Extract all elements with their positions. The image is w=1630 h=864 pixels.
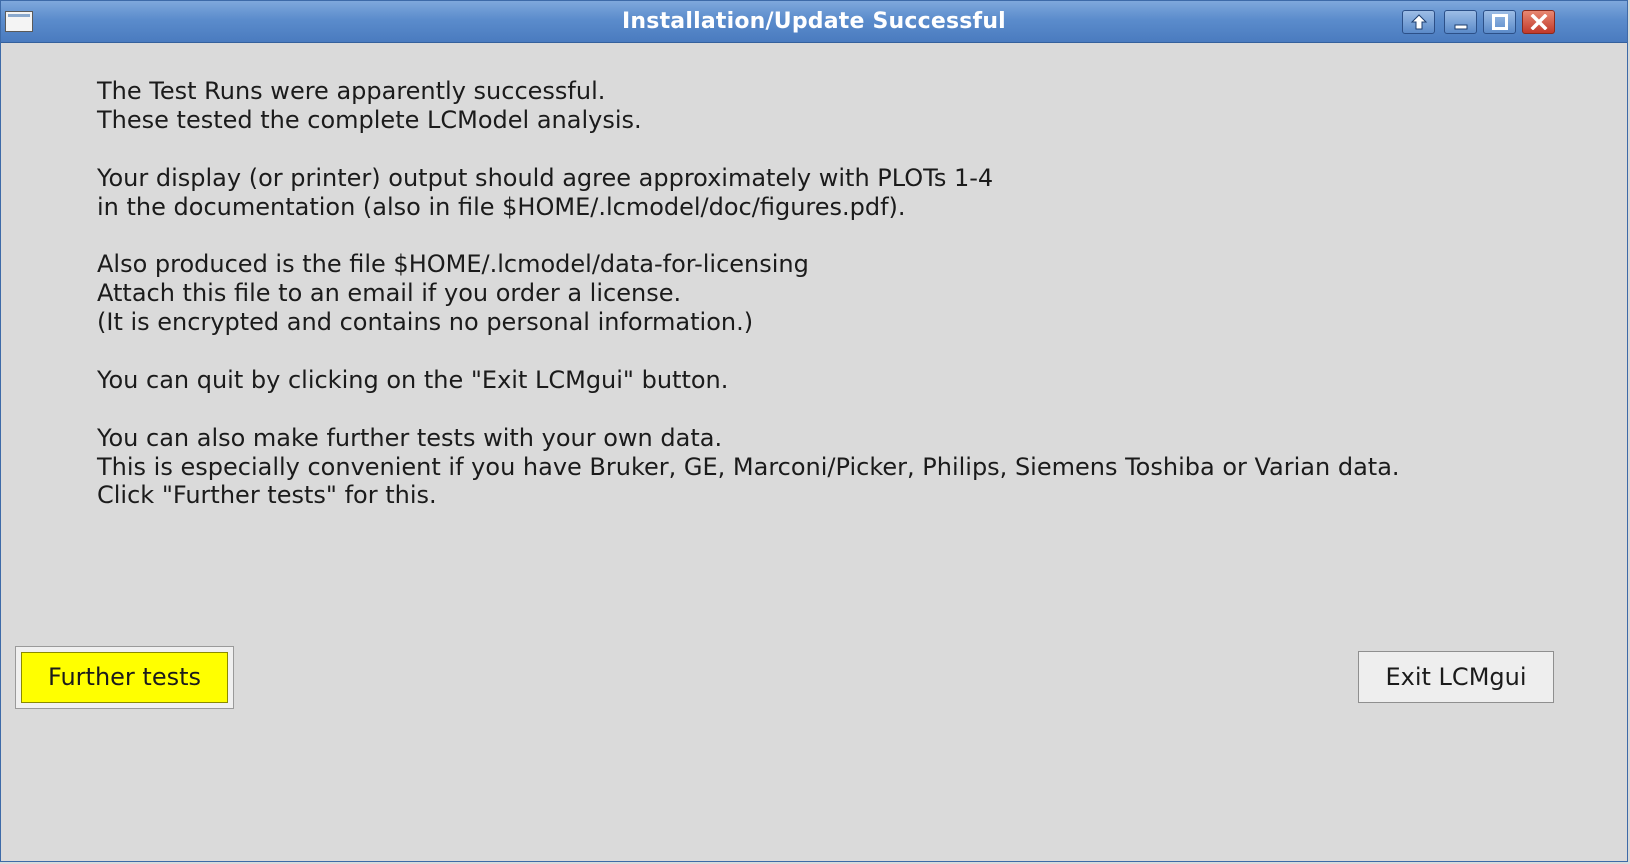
exit-lcmgui-button[interactable]: Exit LCMgui [1358, 651, 1554, 703]
maximize-button[interactable] [1483, 10, 1516, 34]
message-line [97, 337, 1400, 366]
message-line: Your display (or printer) output should … [97, 163, 994, 192]
close-button[interactable] [1522, 10, 1555, 34]
further-tests-button[interactable]: Further tests [21, 652, 228, 703]
message-line: in the documentation (also in file $HOME… [97, 192, 906, 221]
minimize-button[interactable] [1444, 10, 1477, 34]
message-line: This is especially convenient if you hav… [97, 452, 1400, 481]
message-line [97, 221, 1400, 250]
maximize-icon [1491, 14, 1508, 30]
message-line: You can quit by clicking on the "Exit LC… [97, 365, 729, 394]
message-line: These tested the complete LCModel analys… [97, 105, 642, 134]
message-text: The Test Runs were apparently successful… [97, 77, 1400, 510]
close-icon [1530, 14, 1547, 30]
message-line: Attach this file to an email if you orde… [97, 279, 682, 308]
message-line: The Test Runs were apparently successful… [97, 77, 606, 105]
dialog-content: The Test Runs were apparently successful… [1, 43, 1627, 861]
minimize-icon [1454, 24, 1467, 30]
message-line: You can also make further tests with you… [97, 423, 723, 452]
message-line [97, 135, 1400, 164]
window-title: Installation/Update Successful [622, 9, 1006, 34]
title-bar[interactable]: Installation/Update Successful [1, 1, 1627, 43]
message-line [97, 395, 1400, 424]
message-line: Also produced is the file $HOME/.lcmodel… [97, 250, 809, 279]
further-tests-focus-frame: Further tests [15, 646, 234, 709]
message-line: (It is encrypted and contains no persona… [97, 308, 754, 337]
shade-icon [1410, 14, 1427, 30]
dialog-window: Installation/Update Successful The Test … [0, 0, 1628, 862]
message-line: Click "Further tests" for this. [97, 481, 437, 510]
shade-button[interactable] [1402, 10, 1435, 34]
